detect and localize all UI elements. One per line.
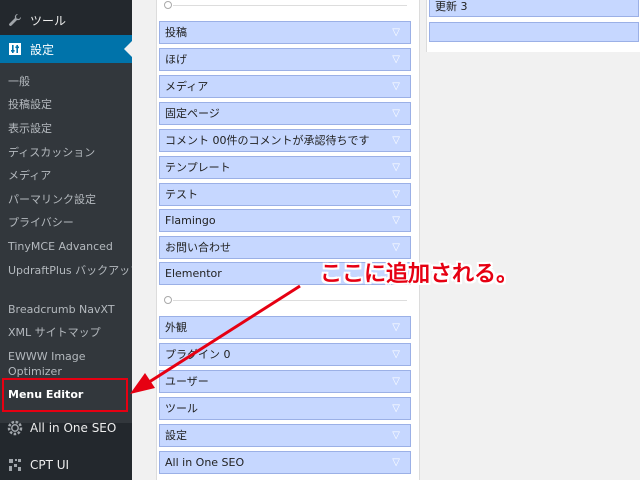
annotation-arrow: [130, 284, 301, 394]
annotation-text: ここに追加される。: [320, 262, 519, 287]
